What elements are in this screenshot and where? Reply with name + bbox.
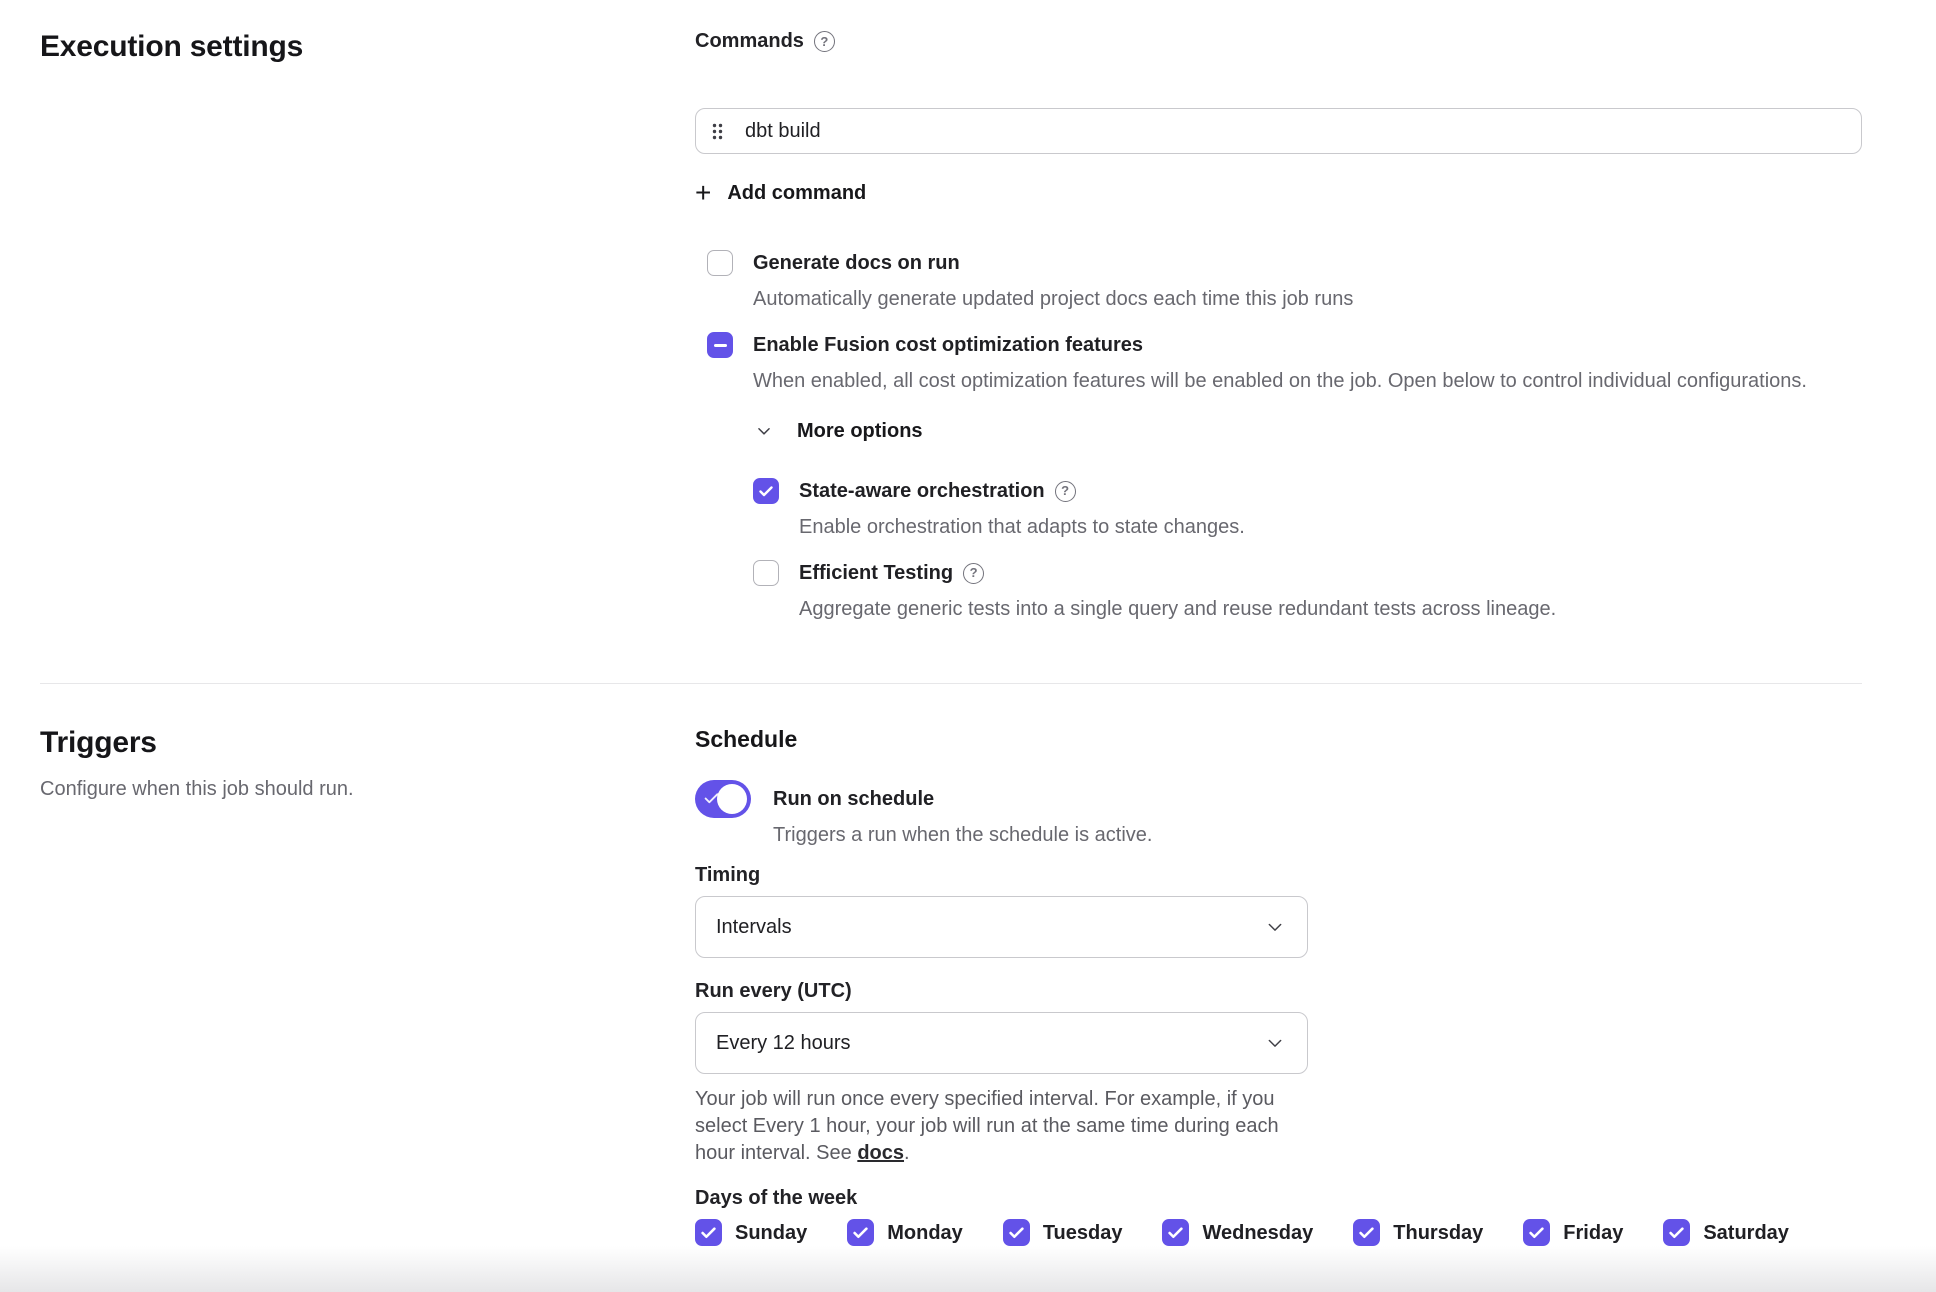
toggle-knob <box>717 784 747 814</box>
option-efficient-testing: Efficient Testing ? Aggregate generic te… <box>753 560 1862 622</box>
hint-text: Your job will run once every specified i… <box>695 1088 1279 1164</box>
option-generate-docs: Generate docs on run Automatically gener… <box>707 250 1862 312</box>
generate-docs-checkbox[interactable] <box>707 250 733 276</box>
execution-settings-left-col: Execution settings <box>40 28 695 622</box>
schedule-title: Schedule <box>695 724 1862 754</box>
triggers-left-col: Triggers Configure when this job should … <box>40 724 695 1246</box>
efficient-testing-label: Efficient Testing ? <box>799 560 984 586</box>
timing-label: Timing <box>695 862 1862 888</box>
execution-settings-section: Execution settings Commands ? dbt build … <box>40 28 1862 622</box>
commands-label-row: Commands ? <box>695 28 1862 54</box>
option-state-aware: State-aware orchestration ? Enable orche… <box>753 478 1862 540</box>
state-aware-label: State-aware orchestration ? <box>799 478 1076 504</box>
command-value: dbt build <box>745 120 821 143</box>
check-icon <box>853 1227 868 1239</box>
day-checkbox-monday[interactable]: Monday <box>847 1219 963 1246</box>
hint-suffix: . <box>904 1142 910 1164</box>
option-generate-docs-row[interactable]: Generate docs on run <box>707 250 1862 276</box>
bottom-scroll-fade <box>0 1246 1936 1292</box>
timing-select-value: Intervals <box>716 916 792 939</box>
check-icon <box>701 1227 716 1239</box>
fusion-description: When enabled, all cost optimization feat… <box>707 368 1862 394</box>
sunday-checkbox[interactable] <box>695 1219 722 1246</box>
efficient-testing-checkbox[interactable] <box>753 560 779 586</box>
check-icon <box>1669 1227 1684 1239</box>
days-of-week-row: Sunday Monday Tuesday <box>695 1219 1862 1246</box>
job-settings-page: Execution settings Commands ? dbt build … <box>0 0 1936 1246</box>
day-checkbox-sunday[interactable]: Sunday <box>695 1219 807 1246</box>
docs-link[interactable]: docs <box>857 1142 904 1164</box>
tuesday-checkbox[interactable] <box>1003 1219 1030 1246</box>
monday-checkbox[interactable] <box>847 1219 874 1246</box>
wednesday-checkbox[interactable] <box>1162 1219 1189 1246</box>
commands-label: Commands <box>695 28 804 54</box>
add-command-label: Add command <box>727 180 866 206</box>
run-on-schedule-toggle[interactable] <box>695 780 751 818</box>
more-options-toggle[interactable]: More options <box>755 418 923 444</box>
thursday-checkbox[interactable] <box>1353 1219 1380 1246</box>
run-every-label: Run every (UTC) <box>695 978 1862 1004</box>
check-icon <box>1168 1227 1183 1239</box>
check-icon <box>1009 1227 1024 1239</box>
day-checkbox-thursday[interactable]: Thursday <box>1353 1219 1483 1246</box>
days-of-week-label: Days of the week <box>695 1185 1862 1211</box>
run-every-select[interactable]: Every 12 hours <box>695 1012 1308 1074</box>
run-on-schedule-description: Triggers a run when the schedule is acti… <box>773 822 1152 848</box>
add-command-button[interactable]: + Add command <box>695 180 866 206</box>
day-checkbox-tuesday[interactable]: Tuesday <box>1003 1219 1123 1246</box>
chevron-down-icon <box>755 422 773 440</box>
day-checkbox-wednesday[interactable]: Wednesday <box>1162 1219 1313 1246</box>
run-on-schedule-label: Run on schedule <box>773 786 1152 812</box>
triggers-subtitle: Configure when this job should run. <box>40 776 695 802</box>
option-efficient-testing-row[interactable]: Efficient Testing ? <box>753 560 1862 586</box>
execution-settings-title: Execution settings <box>40 28 695 66</box>
check-icon <box>759 486 773 497</box>
triggers-section: Triggers Configure when this job should … <box>40 684 1862 1246</box>
option-fusion: Enable Fusion cost optimization features… <box>707 332 1862 394</box>
triggers-right-col: Schedule Run on schedule Triggers a run … <box>695 724 1862 1246</box>
option-state-aware-row[interactable]: State-aware orchestration ? <box>753 478 1862 504</box>
chevron-down-icon <box>1265 917 1285 937</box>
option-fusion-row[interactable]: Enable Fusion cost optimization features <box>707 332 1862 358</box>
efficient-testing-description: Aggregate generic tests into a single qu… <box>753 596 1862 622</box>
run-on-schedule-texts: Run on schedule Triggers a run when the … <box>773 780 1152 848</box>
run-every-select-value: Every 12 hours <box>716 1032 851 1055</box>
execution-settings-right-col: Commands ? dbt build + Add command <box>695 28 1862 622</box>
state-aware-checkbox[interactable] <box>753 478 779 504</box>
day-checkbox-saturday[interactable]: Saturday <box>1663 1219 1789 1246</box>
efficient-testing-help-icon[interactable]: ? <box>963 563 984 584</box>
check-icon <box>1529 1227 1544 1239</box>
triggers-title: Triggers <box>40 724 695 762</box>
fusion-checkbox-indeterminate[interactable] <box>707 332 733 358</box>
timing-select[interactable]: Intervals <box>695 896 1308 958</box>
drag-handle-icon[interactable] <box>712 123 723 140</box>
state-aware-help-icon[interactable]: ? <box>1055 481 1076 502</box>
more-options-label: More options <box>797 418 923 444</box>
chevron-down-icon <box>1265 1033 1285 1053</box>
indeterminate-dash-icon <box>714 344 727 347</box>
state-aware-description: Enable orchestration that adapts to stat… <box>753 514 1862 540</box>
command-input[interactable]: dbt build <box>695 108 1862 154</box>
friday-checkbox[interactable] <box>1523 1219 1550 1246</box>
saturday-checkbox[interactable] <box>1663 1219 1690 1246</box>
generate-docs-description: Automatically generate updated project d… <box>707 286 1862 312</box>
fusion-label: Enable Fusion cost optimization features <box>753 332 1143 358</box>
run-on-schedule-row: Run on schedule Triggers a run when the … <box>695 780 1862 848</box>
plus-icon: + <box>695 182 711 204</box>
day-checkbox-friday[interactable]: Friday <box>1523 1219 1623 1246</box>
generate-docs-label: Generate docs on run <box>753 250 960 276</box>
run-every-hint: Your job will run once every specified i… <box>695 1086 1303 1167</box>
commands-help-icon[interactable]: ? <box>814 31 835 52</box>
check-icon <box>1359 1227 1374 1239</box>
